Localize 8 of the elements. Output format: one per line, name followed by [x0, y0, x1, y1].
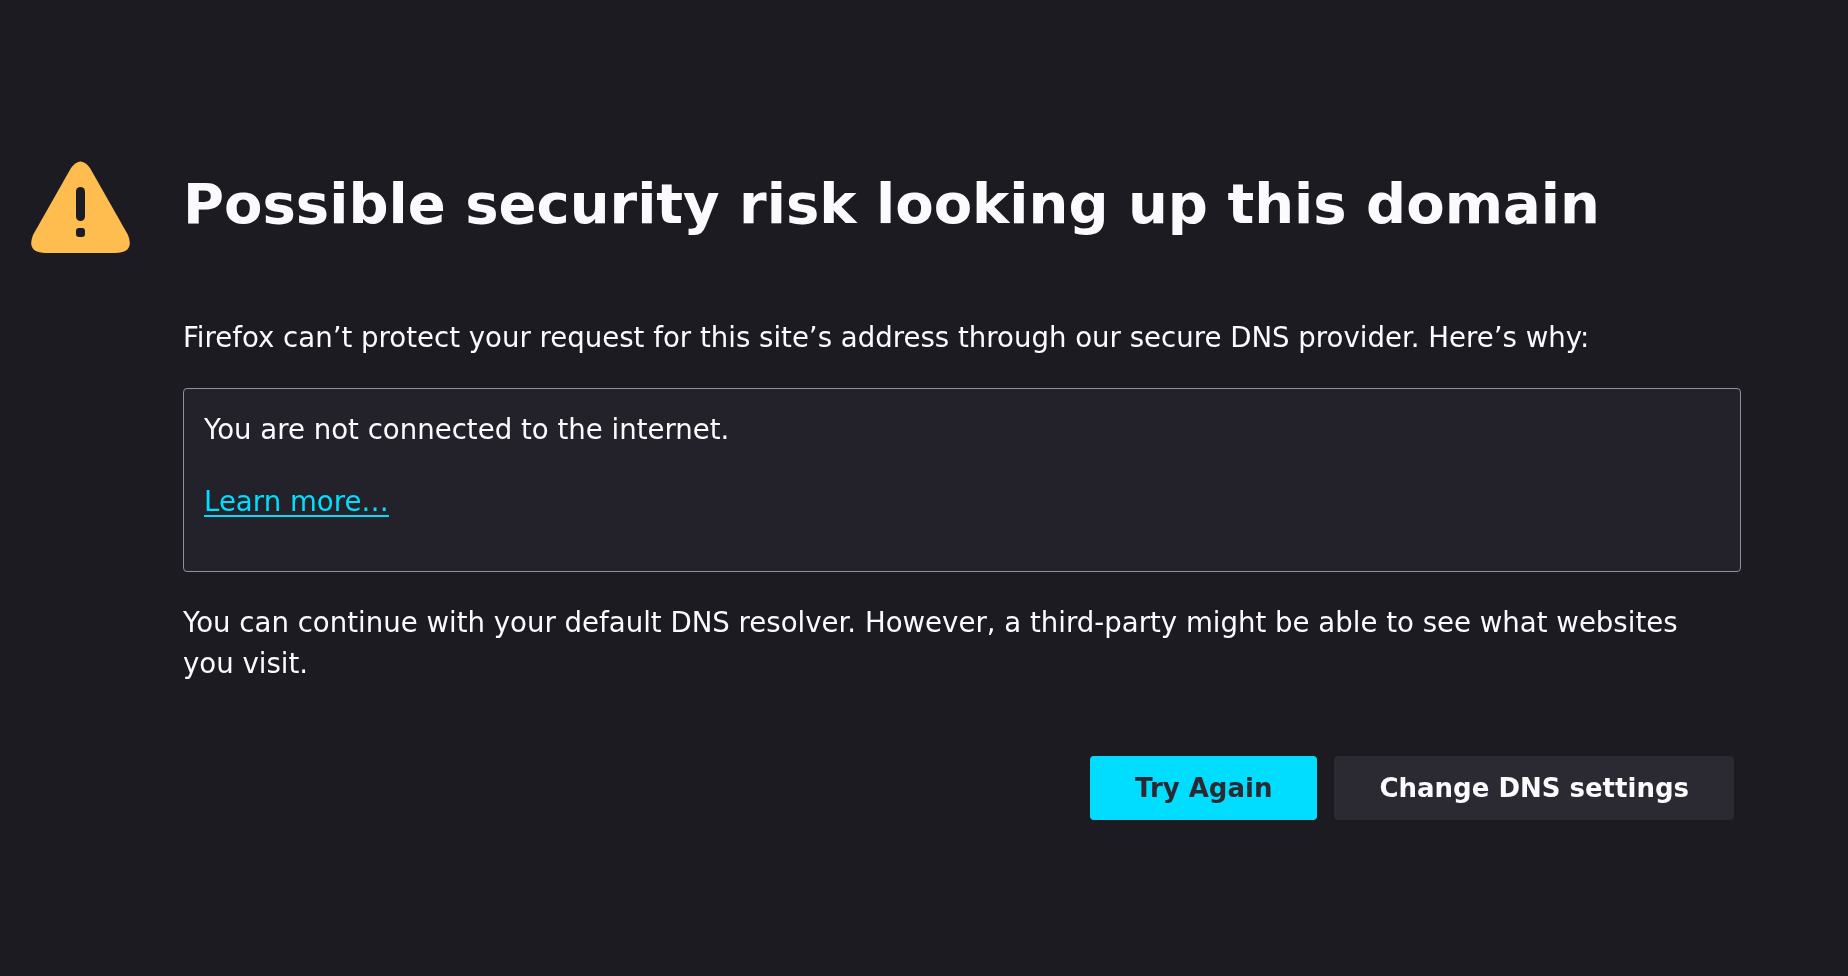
page-title: Possible security risk looking up this domain	[183, 172, 1601, 236]
note-text: You can continue with your default DNS resolver. However, a third-party might be able to see what websites you visit.	[183, 605, 1679, 682]
try-again-button[interactable]: Try Again	[1090, 756, 1318, 820]
warning-icon	[31, 161, 130, 253]
change-dns-settings-button[interactable]: Change DNS settings	[1334, 756, 1734, 820]
error-message: You are not connected to the internet.	[204, 412, 730, 448]
learn-more-link[interactable]: Learn more…	[204, 481, 389, 522]
intro-text: Firefox can’t protect your request for this site’s address through our secure DNS provider. Here’s why:	[183, 320, 1591, 356]
